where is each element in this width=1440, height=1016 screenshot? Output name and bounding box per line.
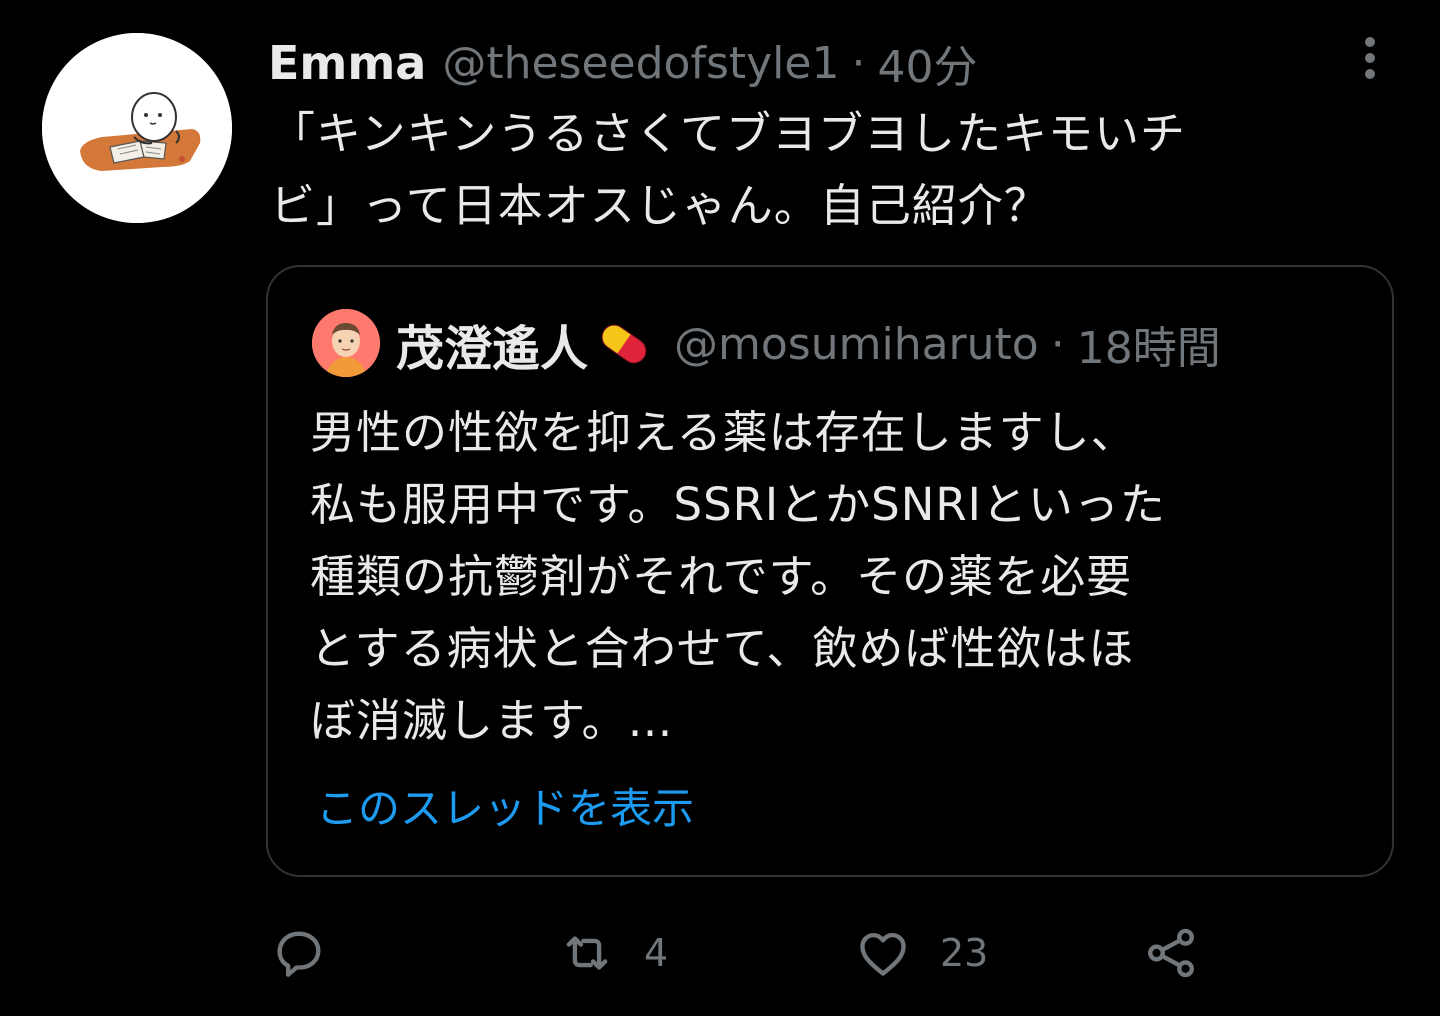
quoted-text-line: ぼ消滅します。… <box>310 694 674 747</box>
like-count: 23 <box>940 931 989 975</box>
reply-icon <box>277 931 321 977</box>
quoted-text-line: 私も服用中です。SSRIとかSNRIといった <box>310 478 1166 531</box>
share-button[interactable] <box>1142 918 1228 988</box>
post-time[interactable]: 40分 <box>877 31 977 95</box>
retweet-count: 4 <box>644 931 669 975</box>
quoted-post-time[interactable]: 18時間 <box>1077 312 1221 376</box>
quoted-tweet-text: 男性の性欲を抑える薬は存在しますし、 私も服用中です。SSRIとかSNRIといっ… <box>310 397 1370 757</box>
like-button[interactable]: 23 <box>854 918 988 988</box>
tweet-text-line: ビ」って日本オスじゃん。自己紹介？ <box>270 179 1050 232</box>
quoted-text-line: 男性の性欲を抑える薬は存在しますし、 <box>310 406 1137 459</box>
tweet-text: 「キンキンうるさくてブヨブヨしたキモいチ ビ」って日本オスじゃん。自己紹介？ <box>270 98 1400 242</box>
header-separator: · <box>851 37 866 89</box>
retweet-icon <box>566 936 608 970</box>
show-thread-link[interactable]: このスレッドを表示 <box>316 775 694 836</box>
reply-button[interactable] <box>270 918 356 988</box>
heart-icon <box>860 932 906 976</box>
quoted-header-separator: · <box>1050 318 1065 370</box>
quoted-text-line: とする病状と合わせて、飲めば性欲はほ <box>310 622 1135 675</box>
quoted-text-line: 種類の抗鬱剤がそれです。その薬を必要 <box>310 550 1133 603</box>
more-options-button[interactable] <box>1346 30 1394 86</box>
tweet-text-line: 「キンキンうるさくてブヨブヨしたキモいチ <box>270 107 1186 160</box>
quoted-author-avatar[interactable] <box>312 309 380 377</box>
quoted-author-name[interactable]: 茂澄遙人 <box>396 309 588 379</box>
more-vertical-icon <box>1365 37 1375 79</box>
quoted-author-handle[interactable]: @mosumiharuto <box>674 319 1039 370</box>
share-icon <box>1148 928 1194 978</box>
avatar-man-icon <box>312 309 380 377</box>
author-avatar[interactable] <box>42 33 232 223</box>
tweet-header: Emma @theseedofstyle1 · 40分 <box>268 30 977 96</box>
pill-icon <box>601 324 647 364</box>
author-name[interactable]: Emma <box>268 36 426 90</box>
retweet-button[interactable]: 4 <box>558 918 668 988</box>
tweet-actions-bar: 4 23 <box>270 918 1270 988</box>
avatar-reading-character-icon <box>42 33 232 223</box>
author-handle[interactable]: @theseedofstyle1 <box>442 38 839 89</box>
quoted-tweet-card[interactable]: 茂澄遙人 @mosumiharuto · 18時間 男性の性欲を抑える薬は存在し… <box>266 265 1394 877</box>
quoted-tweet-header: 茂澄遙人 @mosumiharuto · 18時間 <box>396 307 1221 381</box>
